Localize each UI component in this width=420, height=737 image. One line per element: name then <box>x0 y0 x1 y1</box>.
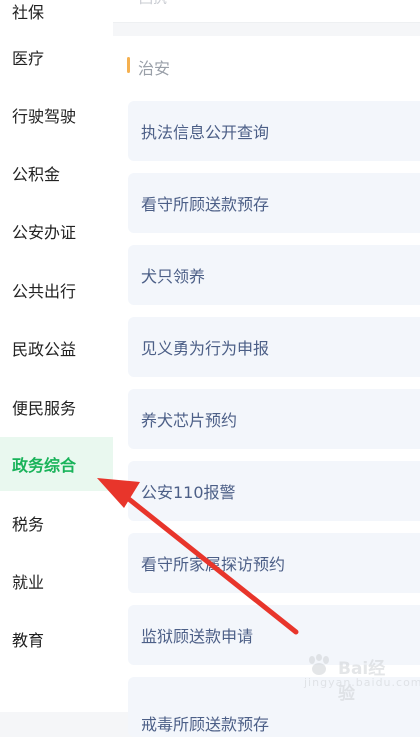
sidebar-item-government-affairs[interactable]: 政务综合 <box>0 437 113 491</box>
service-detention-deposit[interactable]: 看守所顾送款预存 <box>128 173 420 233</box>
service-police-110[interactable]: 公安110报警 <box>128 461 420 521</box>
sidebar-item-housing-fund[interactable]: 公积金 <box>0 146 113 200</box>
watermark-domain: jingyan.baidu.com <box>304 676 420 689</box>
previous-section-card: 回执 <box>113 0 420 23</box>
sidebar-item-public-transport[interactable]: 公共出行 <box>0 263 113 317</box>
service-dog-adoption[interactable]: 犬只领养 <box>128 245 420 305</box>
service-law-enforcement-info[interactable]: 执法信息公开查询 <box>128 101 420 161</box>
watermark: Bai经验 jingyan.baidu.com <box>304 654 420 704</box>
sidebar-item-driving[interactable]: 行驶驾驶 <box>0 88 113 142</box>
sidebar-item-medical[interactable]: 医疗 <box>0 30 113 84</box>
sidebar-item-employment[interactable]: 就业 <box>0 554 113 608</box>
section-accent-bar <box>127 57 130 73</box>
service-section: 治安 执法信息公开查询 看守所顾送款预存 犬只领养 见义勇为行为申报 养犬芯片预… <box>113 36 420 737</box>
sidebar-item-police-certificate[interactable]: 公安办证 <box>0 204 113 258</box>
paw-logo-icon <box>309 654 329 675</box>
service-family-visit-appointment[interactable]: 看守所家属探访预约 <box>128 533 420 593</box>
sidebar-item-convenience-services[interactable]: 便民服务 <box>0 380 113 434</box>
sidebar-item-tax[interactable]: 税务 <box>0 496 113 550</box>
sidebar-item-civil-affairs[interactable]: 民政公益 <box>0 321 113 375</box>
previous-item-text[interactable]: 回执 <box>139 0 167 8</box>
section-title: 治安 <box>138 59 171 78</box>
service-dog-chip-appointment[interactable]: 养犬芯片预约 <box>128 389 420 449</box>
service-heroic-act-report[interactable]: 见义勇为行为申报 <box>128 317 420 377</box>
sidebar-item-education[interactable]: 教育 <box>0 612 113 666</box>
category-sidebar: 社保 医疗 行驶驾驶 公积金 公安办证 公共出行 民政公益 便民服务 政务综合 … <box>0 0 113 712</box>
